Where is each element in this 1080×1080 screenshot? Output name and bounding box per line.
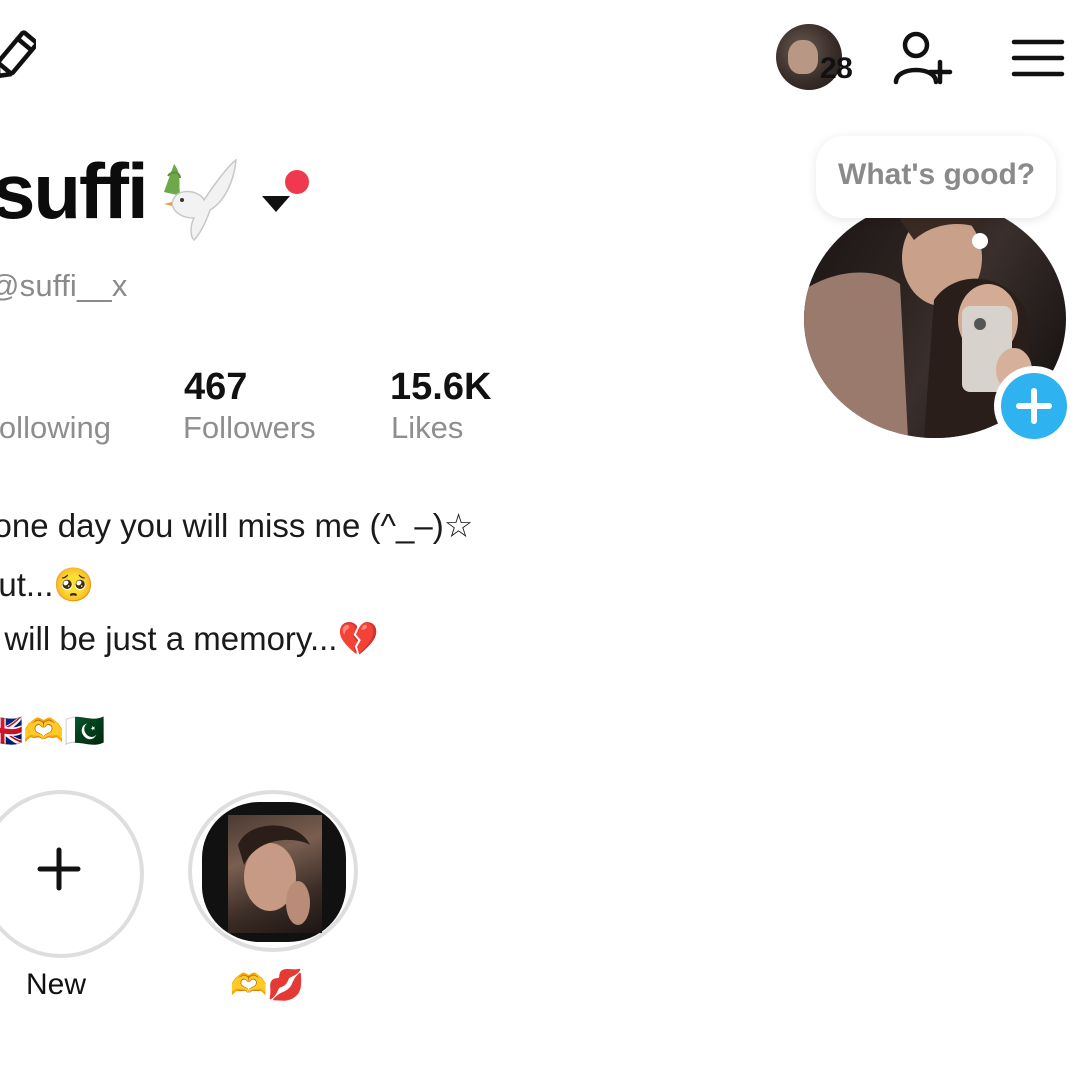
- dove-icon: [164, 158, 237, 242]
- notification-dot: [285, 170, 309, 194]
- photo-tooltip-tail: [972, 233, 988, 249]
- profile-username: @suffi__x: [0, 268, 128, 303]
- plus-icon[interactable]: [36, 846, 82, 892]
- add-photo-button-fill: [1001, 373, 1067, 439]
- pencil-icon[interactable]: [0, 28, 36, 84]
- bio-line: I will be just a memory...💔: [0, 620, 379, 657]
- followers-label[interactable]: Followers: [183, 410, 316, 446]
- bio-line: but...🥺: [0, 566, 95, 603]
- likes-count[interactable]: 15.6K: [390, 366, 491, 409]
- story-highlight-art: [238, 825, 310, 925]
- caret-down-icon[interactable]: [260, 192, 292, 214]
- bio-line: 🇬🇧🫶🇵🇰: [0, 712, 106, 749]
- likes-label[interactable]: Likes: [391, 410, 463, 446]
- story-highlight-photo: [228, 815, 322, 933]
- photo-tooltip-text[interactable]: What's good?: [838, 158, 1035, 192]
- bio-line: •one day you will miss me (^_–)☆: [0, 507, 474, 544]
- new-story-label[interactable]: New: [26, 968, 86, 1002]
- add-user-icon[interactable]: [890, 28, 954, 88]
- plus-icon: [1016, 388, 1052, 424]
- hamburger-menu-icon[interactable]: [1010, 36, 1066, 80]
- avatar-face: [788, 40, 818, 74]
- profile-display-name: suffi: [0, 147, 149, 235]
- add-photo-button[interactable]: [994, 366, 1074, 446]
- visitor-count[interactable]: 28: [820, 52, 853, 86]
- following-label[interactable]: Following: [0, 410, 111, 446]
- story-highlight-label[interactable]: 🫶💋: [230, 968, 305, 1003]
- followers-count[interactable]: 467: [184, 366, 247, 409]
